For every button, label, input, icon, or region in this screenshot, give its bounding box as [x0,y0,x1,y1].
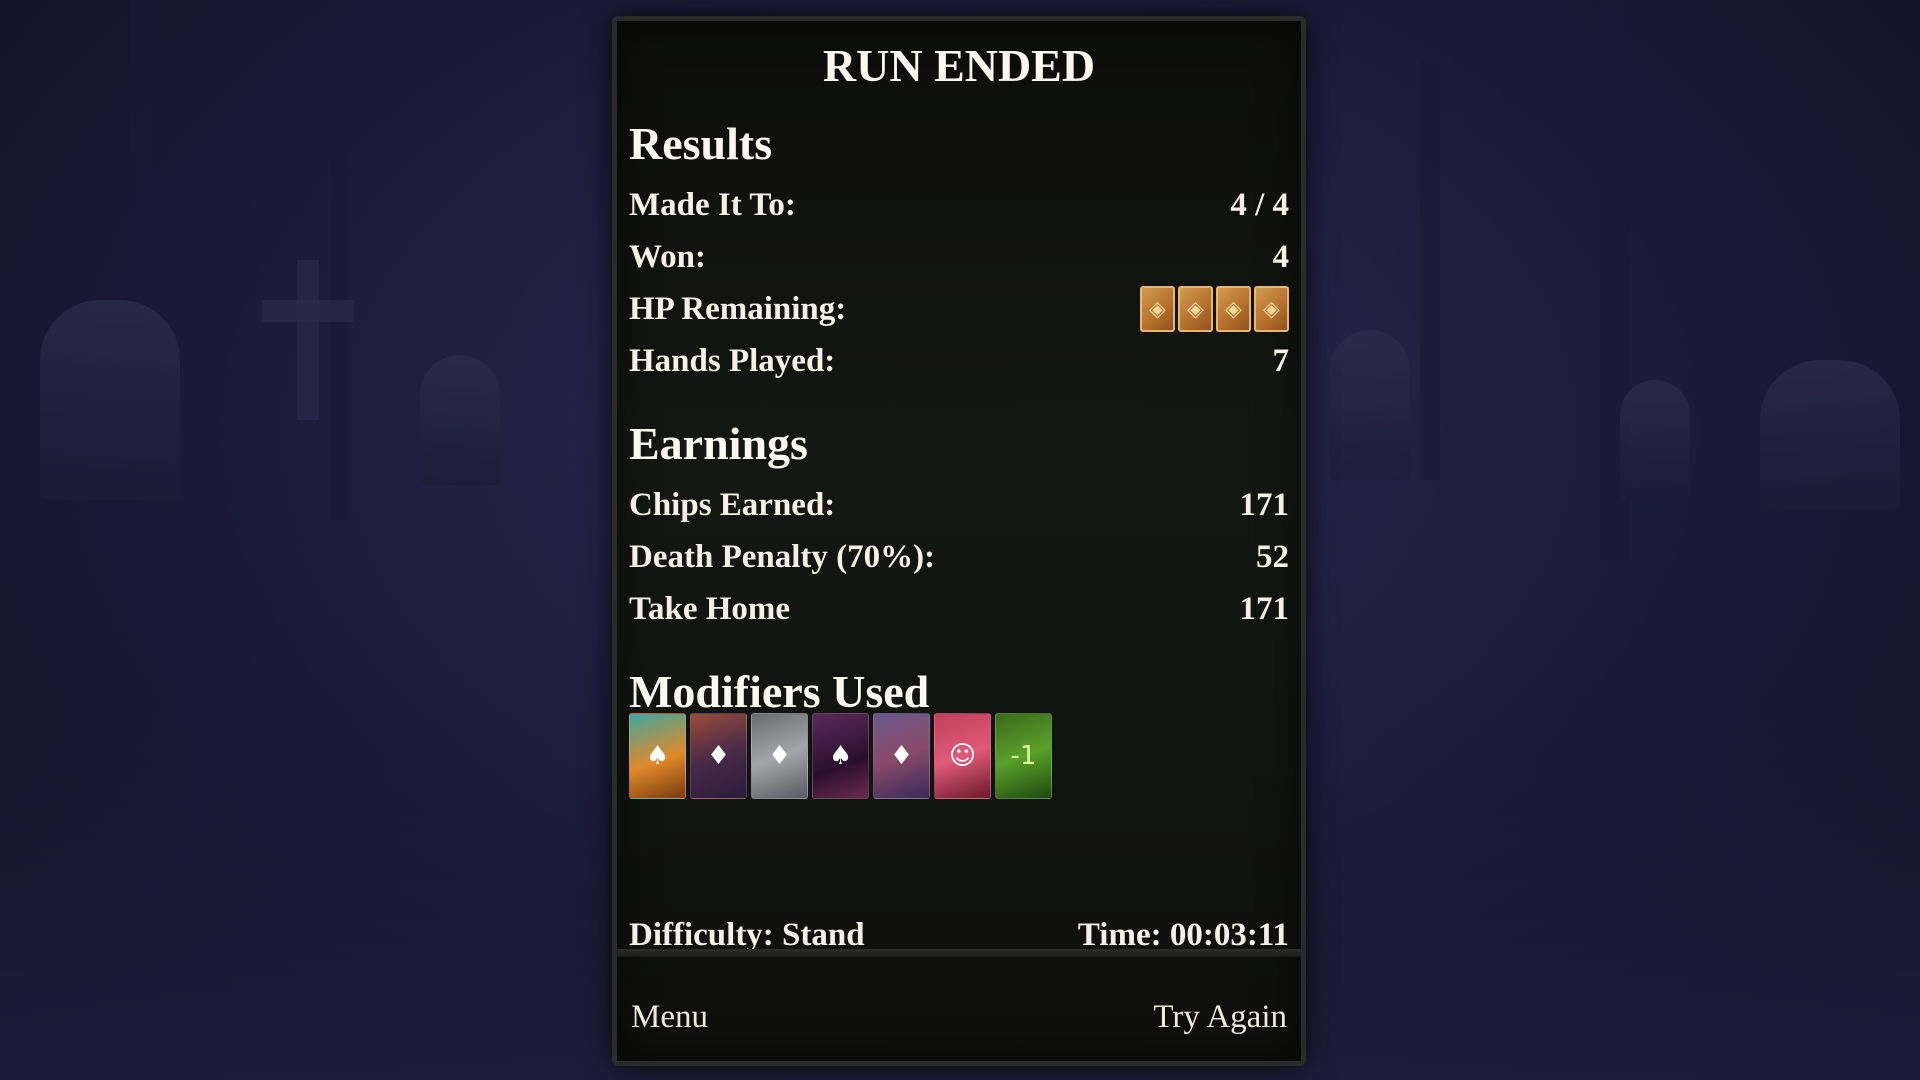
take-home-value: 171 [1239,590,1290,627]
take-home-row: Take Home 171 [629,587,1289,631]
hp-card-icon: ◈ [1254,286,1289,332]
modifier-card-text: -1 [1010,741,1037,771]
death-penalty-value: 52 [1256,538,1289,575]
difficulty-label: Difficulty: Stand [629,916,865,953]
hp-remaining-label: HP Remaining: [629,290,847,327]
menu-button[interactable]: Menu [631,999,708,1036]
made-it-to-value: 4 / 4 [1230,186,1289,223]
panel-title: RUN ENDED [822,40,1096,91]
modifier-card-icon[interactable]: ♦ [690,713,747,799]
time-label: Time: 00:03:11 [1077,916,1289,953]
death-penalty-label: Death Penalty (70%): [629,538,936,575]
modifier-card-icon[interactable]: ♦ [751,713,808,799]
try-again-button[interactable]: Try Again [1153,999,1287,1036]
won-row: Won: 4 [629,235,1289,279]
hp-remaining-row: HP Remaining: ◈ ◈ ◈ ◈ [629,286,1289,332]
hp-card-icon: ◈ [1140,286,1175,332]
modifier-card-icon[interactable]: ♠ [812,713,869,799]
hp-card-icon: ◈ [1216,286,1251,332]
made-it-to-label: Made It To: [629,186,796,223]
modifiers-list: ♠ ♦ ♦ ♠ ♦ ☺ -1 [629,713,1052,799]
death-penalty-row: Death Penalty (70%): 52 [629,535,1289,579]
modifier-card-icon[interactable]: ♠ [629,713,686,799]
earnings-heading: Earnings [629,418,808,469]
modifier-card-icon[interactable]: ☺ [934,713,991,799]
hp-icons: ◈ ◈ ◈ ◈ [1140,286,1289,332]
hands-played-label: Hands Played: [629,342,836,379]
chips-earned-value: 171 [1239,486,1290,523]
modifiers-heading: Modifiers Used [629,666,930,717]
chips-earned-row: Chips Earned: 171 [629,483,1289,527]
won-value: 4 [1272,238,1290,275]
take-home-label: Take Home [629,590,791,627]
won-label: Won: [629,238,707,275]
hp-card-icon: ◈ [1178,286,1213,332]
hands-played-value: 7 [1272,342,1290,379]
hands-played-row: Hands Played: 7 [629,339,1289,383]
made-it-to-row: Made It To: 4 / 4 [629,183,1289,227]
divider [617,949,1301,957]
modifier-card-icon[interactable]: -1 [995,713,1052,799]
modifier-card-icon[interactable]: ♦ [873,713,930,799]
chips-earned-label: Chips Earned: [629,486,836,523]
run-ended-panel: RUN ENDED Results Made It To: 4 / 4 Won:… [612,16,1306,1066]
results-heading: Results [629,118,773,169]
